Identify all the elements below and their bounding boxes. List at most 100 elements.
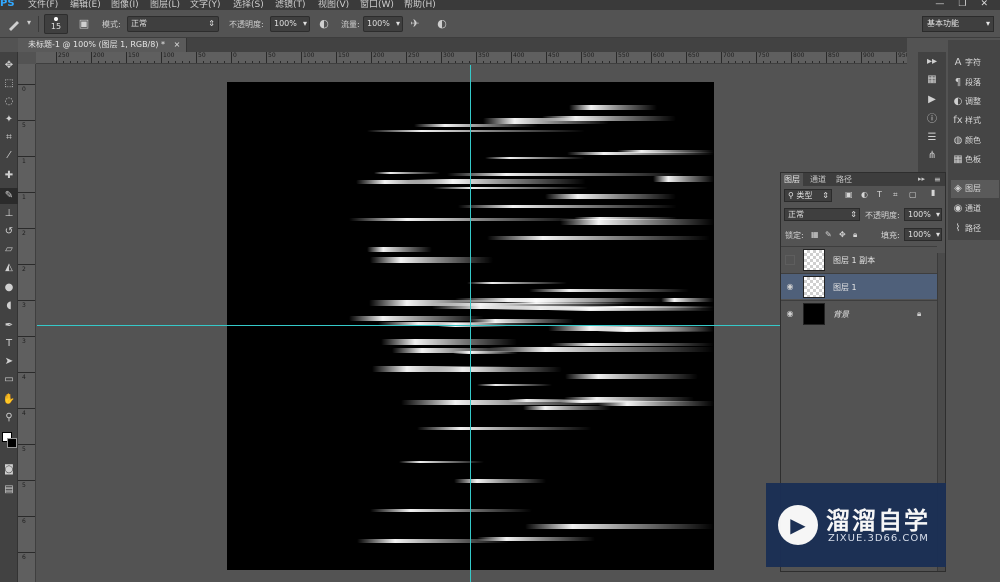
restore-button[interactable]: ❐ (958, 0, 966, 9)
lock-transparency-icon[interactable]: ▦ (811, 230, 819, 239)
menu-window[interactable]: 窗口(W) (360, 0, 394, 10)
dodge-tool-icon[interactable]: ◖ (0, 298, 18, 314)
opacity-input[interactable]: 100% ▾ (270, 16, 310, 32)
panel-menu-icon[interactable]: ≡ (931, 173, 944, 186)
brush-size-picker[interactable]: 15 (44, 14, 68, 34)
lock-position-icon[interactable]: ✥ (839, 230, 846, 239)
ruler-minor-tick (469, 61, 470, 63)
tab-channels[interactable]: 通道 (807, 173, 829, 186)
shape-tool-icon[interactable]: ▭ (0, 372, 18, 388)
tab-paths[interactable]: 路径 (833, 173, 855, 186)
properties-panel-icon[interactable]: ☰ (922, 130, 942, 146)
move-tool-icon[interactable]: ✥ (0, 58, 18, 74)
layer-row[interactable]: 图层 1 副本 (781, 246, 937, 272)
path-select-tool-icon[interactable]: ➤ (0, 354, 18, 370)
ruler-minor-tick (623, 61, 624, 63)
eye-icon[interactable]: ◉ (785, 309, 795, 319)
filter-toggle-icon[interactable]: ▮ (931, 188, 935, 197)
brush-tool-icon[interactable]: ✎ (0, 188, 18, 204)
magic-wand-tool-icon[interactable]: ✦ (0, 112, 18, 128)
visibility-toggle-off[interactable] (785, 255, 795, 265)
eraser-tool-icon[interactable]: ▱ (0, 242, 18, 258)
menu-file[interactable]: 文件(F) (28, 0, 58, 10)
bucket-tool-icon[interactable]: ◭ (0, 260, 18, 276)
panel-collapse-icon[interactable]: ▸▸ (915, 173, 928, 186)
blur-tool-icon[interactable]: ● (0, 280, 18, 296)
layer-opacity-input[interactable]: 100% ▾ (904, 208, 942, 221)
filter-smart-object-icon[interactable]: ▢ (909, 190, 917, 199)
flow-input[interactable]: 100% ▾ (363, 16, 403, 32)
panel-styles[interactable]: fx 样式 (951, 112, 999, 130)
lock-pixels-icon[interactable]: ✎ (825, 230, 832, 239)
chevron-down-icon[interactable]: ▾ (27, 18, 31, 27)
info-panel-icon[interactable]: ⓘ (922, 112, 942, 128)
filter-pixel-icon[interactable]: ▣ (845, 190, 853, 199)
blend-mode-select[interactable]: 正常 ⇕ (784, 208, 860, 221)
menu-select[interactable]: 选择(S) (233, 0, 264, 10)
fill-input[interactable]: 100% ▾ (904, 228, 942, 241)
stamp-tool-icon[interactable]: ⊥ (0, 206, 18, 222)
layer-row-selected[interactable]: ◉ 图层 1 (781, 273, 937, 299)
vertical-guide[interactable] (470, 65, 471, 582)
panel-adjustments[interactable]: ◐ 调整 (951, 93, 999, 111)
panel-character[interactable]: A 字符 (951, 54, 999, 72)
crop-tool-icon[interactable]: ⌗ (0, 130, 18, 146)
history-brush-tool-icon[interactable]: ↺ (0, 224, 18, 240)
history-panel-icon[interactable]: ▦ (922, 72, 942, 88)
menu-layer[interactable]: 图层(L) (150, 0, 180, 10)
actions-panel-icon[interactable]: ▶ (922, 92, 942, 108)
pressure-opacity-icon[interactable]: ◐ (316, 16, 332, 32)
layer-name[interactable]: 图层 1 副本 (833, 255, 875, 266)
eye-icon[interactable]: ◉ (785, 282, 795, 292)
horizontal-guide[interactable] (37, 325, 907, 326)
panel-paragraph[interactable]: ¶ 段落 (951, 74, 999, 92)
panel-color[interactable]: ◍ 颜色 (951, 132, 999, 150)
minimize-button[interactable]: — (935, 0, 944, 9)
lock-all-icon[interactable]: 🔒︎ (853, 230, 857, 240)
mode-select[interactable]: 正常 ⇕ (127, 16, 219, 32)
menu-type[interactable]: 文字(Y) (190, 0, 221, 10)
close-button[interactable]: ✕ (980, 0, 988, 9)
menu-view[interactable]: 视图(V) (318, 0, 349, 10)
airbrush-icon[interactable]: ✈ (407, 16, 423, 32)
layer-name[interactable]: 图层 1 (833, 282, 857, 293)
ruler-label: 650 (688, 52, 700, 59)
filter-type-icon[interactable]: T (877, 190, 882, 199)
brush-presets-icon[interactable]: ⋔ (922, 148, 942, 164)
workspace-value: 基本功能 (927, 19, 959, 28)
background-color-swatch[interactable] (7, 438, 17, 448)
menu-edit[interactable]: 编辑(E) (70, 0, 101, 10)
menu-help[interactable]: 帮助(H) (404, 0, 436, 10)
panel-layers[interactable]: ◈ 图层 (951, 180, 999, 198)
layer-row[interactable]: ◉ 背景 🔒︎ (781, 300, 937, 326)
type-tool-icon[interactable]: T (0, 336, 18, 352)
pressure-size-icon[interactable]: ◐ (434, 16, 450, 32)
hand-tool-icon[interactable]: ✋ (0, 392, 18, 408)
panel-channels[interactable]: ◉ 通道 (951, 200, 999, 218)
panel-swatches[interactable]: ▦ 色板 (951, 151, 999, 169)
document-tab[interactable]: 未标题-1 @ 100% (图层 1, RGB/8) * × (18, 38, 188, 52)
watermark-overlay: ▶ 溜溜自学 ZIXUE.3D66.COM (766, 483, 946, 567)
screen-mode-icon[interactable]: ▤ (0, 482, 18, 498)
lasso-tool-icon[interactable]: ◌ (0, 94, 18, 110)
filter-adjustment-icon[interactable]: ◐ (861, 190, 868, 199)
menu-image[interactable]: 图像(I) (111, 0, 139, 10)
collapse-arrows-icon[interactable]: ▸▸ (922, 54, 942, 70)
brush-tool-preset-icon[interactable] (6, 16, 22, 32)
healing-tool-icon[interactable]: ✚ (0, 168, 18, 184)
close-tab-icon[interactable]: × (174, 40, 181, 49)
filter-shape-icon[interactable]: ⌗ (893, 190, 898, 200)
pen-tool-icon[interactable]: ✒ (0, 318, 18, 334)
tools-panel: ✥ ⬚ ◌ ✦ ⌗ ⁄ ✚ ✎ ⊥ ↺ ▱ ◭ ● ◖ ✒ T ➤ ▭ ✋ ⚲ … (0, 52, 18, 582)
layer-name[interactable]: 背景 (833, 309, 849, 320)
layer-filter-select[interactable]: ⚲ 类型 ⇕ (784, 189, 832, 202)
workspace-select[interactable]: 基本功能 ▾ (922, 16, 994, 32)
marquee-tool-icon[interactable]: ⬚ (0, 76, 18, 92)
brush-panel-toggle-icon[interactable]: ▣ (76, 16, 92, 32)
quick-mask-icon[interactable]: ◙ (0, 462, 18, 478)
panel-paths[interactable]: ⌇ 路径 (951, 220, 999, 238)
tab-layers[interactable]: 图层 (781, 173, 803, 186)
menu-filter[interactable]: 滤镜(T) (275, 0, 306, 10)
eyedropper-tool-icon[interactable]: ⁄ (0, 148, 18, 164)
zoom-tool-icon[interactable]: ⚲ (0, 410, 18, 426)
